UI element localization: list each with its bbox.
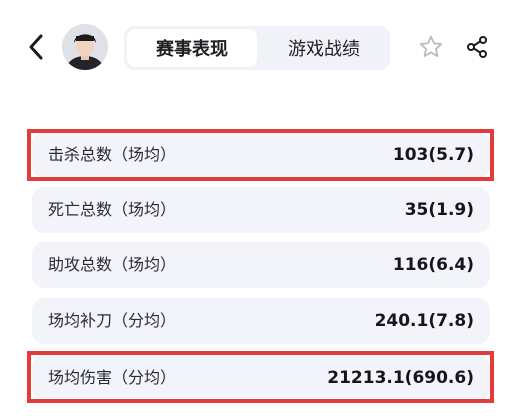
- stat-label: 场均补刀（分均）: [48, 311, 177, 330]
- stat-row-last-hits: 场均补刀（分均） 240.1(7.8): [32, 298, 490, 344]
- stat-value: 35(1.9): [404, 200, 474, 220]
- tab-game-record[interactable]: 游戏战绩: [260, 29, 388, 67]
- chevron-left-icon: [29, 34, 43, 60]
- stat-row-assists: 助攻总数（场均） 116(6.4): [32, 242, 490, 288]
- tab-match-performance[interactable]: 赛事表现: [127, 29, 257, 67]
- favorite-button[interactable]: [416, 32, 446, 62]
- stat-row-deaths: 死亡总数（场均） 35(1.9): [32, 187, 490, 233]
- share-button[interactable]: [462, 32, 492, 62]
- star-outline-icon: [419, 35, 443, 57]
- share-icon: [467, 36, 487, 58]
- player-stats-page: 赛事表现 游戏战绩 击杀总数（场均） 103(5.7) 死亡总数（场均） 35(…: [0, 0, 516, 419]
- tab-group: 赛事表现 游戏战绩: [124, 26, 390, 70]
- highlight-box-kills: [27, 129, 494, 181]
- avatar[interactable]: [62, 24, 108, 70]
- stat-label: 死亡总数（场均）: [48, 200, 177, 219]
- stat-label: 助攻总数（场均）: [48, 255, 177, 274]
- back-button[interactable]: [22, 30, 50, 64]
- header-bar: 赛事表现 游戏战绩: [0, 0, 516, 96]
- highlight-box-damage: [27, 351, 494, 403]
- player-avatar-image: [62, 24, 108, 70]
- stat-value: 240.1(7.8): [374, 311, 474, 331]
- stat-value: 116(6.4): [392, 255, 474, 275]
